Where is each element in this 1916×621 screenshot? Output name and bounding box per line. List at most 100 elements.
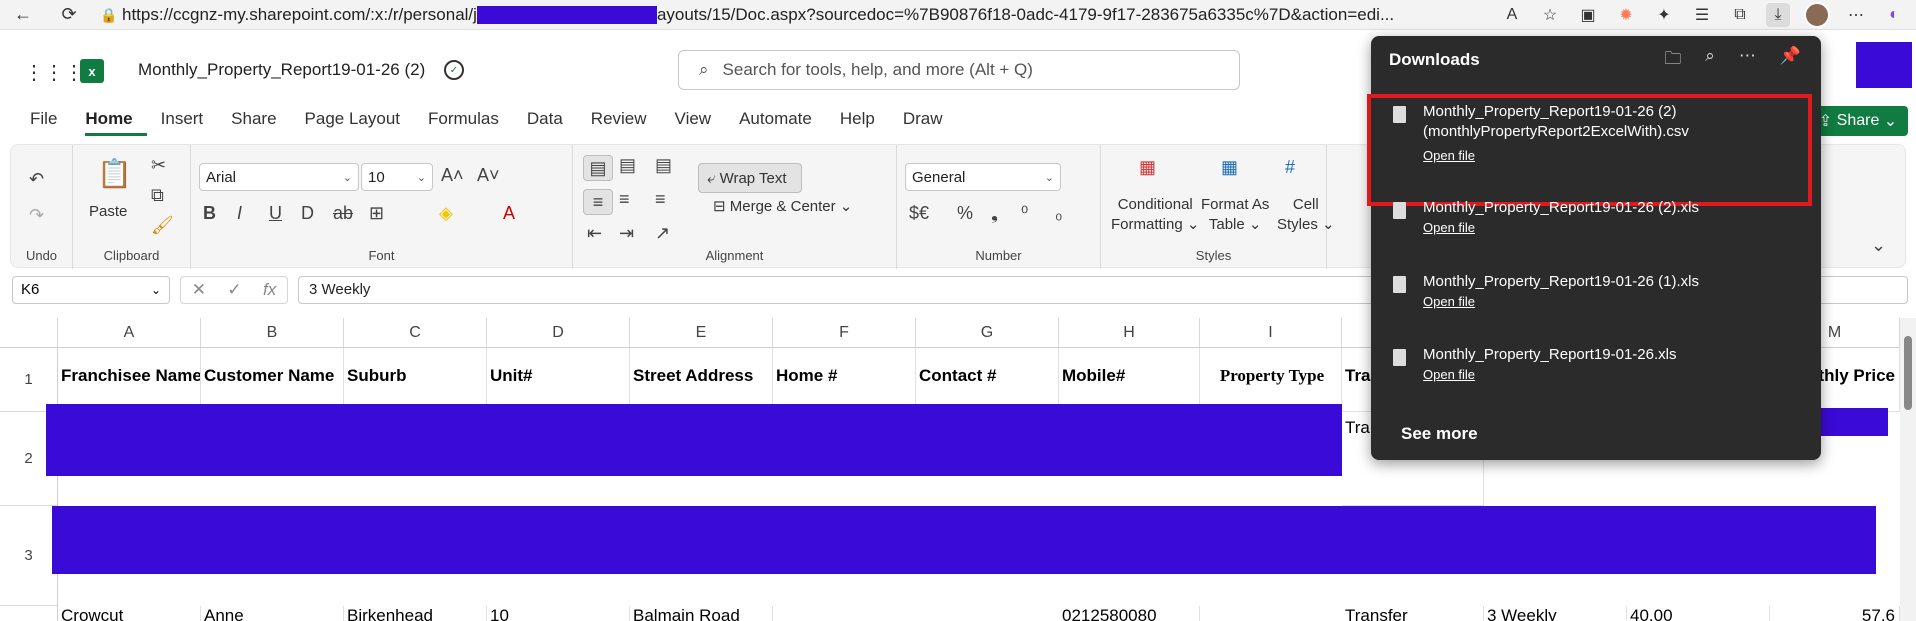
collections-icon[interactable]: ⧉ [1728,3,1752,27]
column-header-f[interactable]: F [773,318,916,348]
select-all-corner[interactable] [0,318,58,348]
scroll-thumb[interactable] [1904,336,1912,410]
ribbon-collapse-icon[interactable]: ⌄ [1871,235,1886,256]
column-header-e[interactable]: E [630,318,773,348]
row4-street[interactable]: Balmain Road [630,606,773,621]
pin-icon[interactable]: 📌 [1780,46,1801,75]
back-icon[interactable]: ← [8,0,38,30]
right-align-icon[interactable]: ≡ [655,189,666,210]
see-more-link[interactable]: See more [1401,424,1478,444]
cancel-icon[interactable]: ✕ [192,280,206,300]
increase-decimal-icon[interactable]: ⁰ [1021,203,1028,224]
download-item[interactable]: Monthly_Property_Report19-01-26 (1).xls … [1371,268,1821,338]
undo-icon[interactable]: ↶ [29,169,44,190]
header-home[interactable]: Home # [773,348,916,412]
header-property-type[interactable]: Property Type [1200,348,1342,412]
decrease-font-icon[interactable]: A˅ [477,165,500,186]
middle-align-icon[interactable]: ▤ [619,155,636,176]
download-file-name[interactable]: Monthly_Property_Report19-01-26 (2).xls [1423,198,1803,218]
open-file-link[interactable]: Open file [1423,367,1475,382]
tab-formulas[interactable]: Formulas [428,108,513,136]
row4-franchisee[interactable]: Crowcut [58,606,201,621]
favorite-star-icon[interactable]: ☆ [1538,3,1562,27]
app-launcher-icon[interactable]: ⋮⋮⋮ [24,60,84,85]
download-file-name[interactable]: Monthly_Property_Report19-01-26 (2) (mont… [1423,102,1803,142]
header-suburb[interactable]: Suburb [344,348,487,412]
header-unit[interactable]: Unit# [487,348,630,412]
enter-icon[interactable]: ✓ [227,280,241,300]
row-header-1[interactable]: 1 [0,348,58,412]
row4-customer[interactable]: Anne [201,606,344,621]
row4-frequency[interactable]: 3 Weekly [1484,606,1627,621]
top-align-icon[interactable]: ▤ [583,155,613,181]
row4-suburb[interactable]: Birkenhead [344,606,487,621]
header-franchisee-name[interactable]: Franchisee Name [58,348,201,412]
extensions-icon[interactable]: ✦ [1652,3,1676,27]
tab-help[interactable]: Help [840,108,889,136]
redo-icon[interactable]: ↷ [29,205,44,226]
tab-review[interactable]: Review [591,108,661,136]
favorites-icon[interactable]: ☰ [1690,3,1714,27]
header-street-address[interactable]: Street Address [630,348,773,412]
increase-font-icon[interactable]: A˄ [441,165,464,186]
document-title[interactable]: Monthly_Property_Report19-01-26 (2) [138,60,425,80]
row4-price[interactable]: 40.00 [1627,606,1770,621]
share-button[interactable]: ⇪ Share ⌄ [1808,106,1908,136]
row4-transfer[interactable]: Transfer [1342,606,1484,621]
column-header-b[interactable]: B [201,318,344,348]
column-header-c[interactable]: C [344,318,487,348]
font-color-icon[interactable]: A [503,203,515,224]
header-customer-name[interactable]: Customer Name [201,348,344,412]
format-painter-icon[interactable]: 🖌 [151,215,174,236]
vertical-scrollbar[interactable] [1900,318,1916,621]
fx-icon[interactable]: fx [263,280,276,300]
conditional-formatting-button[interactable]: Conditional Formatting ⌄ [1111,195,1199,235]
tab-home[interactable]: Home [85,108,147,136]
column-header-h[interactable]: H [1059,318,1200,348]
download-item[interactable]: Monthly_Property_Report19-01-26 (2).xls … [1371,194,1821,264]
paste-icon[interactable]: 📋 [97,157,132,190]
currency-icon[interactable]: $€ [909,203,929,224]
center-align-icon[interactable]: ≡ [619,189,630,210]
name-box[interactable]: K6 ⌄ [12,276,170,304]
extension-t-icon[interactable]: ▣ [1576,3,1600,27]
open-folder-icon[interactable]: 🗀 [1664,46,1681,75]
conditional-formatting-icon[interactable]: ▦ [1139,157,1156,178]
double-underline-icon[interactable]: D [301,203,314,224]
row-header-4[interactable] [0,606,58,621]
download-file-name[interactable]: Monthly_Property_Report19-01-26.xls [1423,345,1803,365]
number-format-select[interactable]: General ⌄ [905,163,1061,191]
download-item[interactable]: Monthly_Property_Report19-01-26.xls Open… [1371,341,1821,411]
tab-share[interactable]: Share [231,108,290,136]
extension-hubspot-icon[interactable]: ✹ [1614,3,1638,27]
download-item[interactable]: Monthly_Property_Report19-01-26 (2) (mont… [1367,94,1821,206]
comma-style-icon[interactable]: ❟ [991,203,998,224]
format-as-table-button[interactable]: Format As Table ⌄ [1201,195,1269,235]
paste-button[interactable]: Paste [89,203,127,220]
download-file-name[interactable]: Monthly_Property_Report19-01-26 (1).xls [1423,272,1803,292]
cell-styles-button[interactable]: Cell Styles ⌄ [1277,195,1335,235]
copy-icon[interactable]: ⧉ [151,185,164,206]
decrease-decimal-icon[interactable]: ₀ [1055,203,1062,224]
row4-monthly-price[interactable]: 57.6 [1770,606,1900,621]
more-options-icon[interactable]: ⋯ [1739,46,1756,75]
read-aloud-icon[interactable]: A [1500,3,1524,27]
decrease-indent-icon[interactable]: ⇤ [587,223,602,244]
borders-icon[interactable]: ⊞ [369,203,384,224]
orientation-icon[interactable]: ↗ [655,223,670,244]
copilot-icon[interactable]: ◐ [1882,3,1906,27]
underline-icon[interactable]: U [269,203,282,224]
downloads-icon[interactable]: ⤓ [1766,3,1790,27]
left-align-icon[interactable]: ≡ [583,189,613,215]
row-header-3[interactable]: 3 [0,506,58,606]
tab-view[interactable]: View [675,108,726,136]
tab-draw[interactable]: Draw [903,108,957,136]
cell-styles-icon[interactable]: # [1285,157,1295,178]
tab-page-layout[interactable]: Page Layout [305,108,414,136]
column-header-d[interactable]: D [487,318,630,348]
header-mobile[interactable]: Mobile# [1059,348,1200,412]
more-menu-icon[interactable]: ⋯ [1844,3,1868,27]
column-header-i[interactable]: I [1200,318,1342,348]
tab-file[interactable]: File [30,108,71,136]
tab-data[interactable]: Data [527,108,577,136]
